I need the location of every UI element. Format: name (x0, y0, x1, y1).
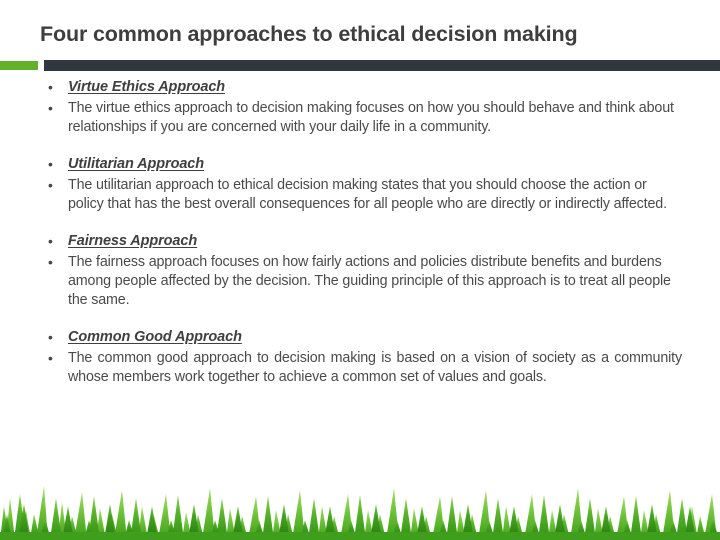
bullet-body: • The common good approach to decision m… (0, 349, 720, 388)
divider-rule (44, 60, 720, 71)
approach-block-fairness: • Fairness Approach • The fairness appro… (0, 232, 720, 311)
approach-body: The utilitarian approach to ethical deci… (68, 176, 667, 213)
bullet-heading: • Fairness Approach (0, 232, 720, 251)
bullet-icon: • (48, 349, 53, 366)
bullet-icon: • (48, 232, 53, 249)
bullet-icon: • (48, 176, 53, 193)
bullet-body: • The virtue ethics approach to decision… (0, 99, 720, 138)
bullet-icon: • (48, 79, 53, 95)
approach-heading: Virtue Ethics Approach (68, 79, 226, 95)
accent-bar (0, 61, 38, 70)
approach-heading: Utilitarian Approach (68, 155, 205, 172)
grass-border-decoration (0, 480, 720, 540)
approach-body: The virtue ethics approach to decision m… (68, 100, 674, 136)
bullet-body: • The fairness approach focuses on how f… (0, 253, 720, 311)
bullet-icon: • (48, 100, 53, 116)
approach-block-utilitarian: • Utilitarian Approach • The utilitarian… (0, 155, 720, 215)
bullet-heading: • Virtue Ethics Approach (0, 78, 720, 97)
bullet-heading: • Common Good Approach (0, 328, 720, 347)
bullet-icon: • (48, 155, 53, 172)
slide: Four common approaches to ethical decisi… (0, 0, 720, 540)
bullet-body: • The utilitarian approach to ethical de… (0, 176, 720, 215)
bullet-icon: • (48, 328, 53, 345)
approach-body: The fairness approach focuses on how fai… (68, 253, 671, 309)
approach-body: The common good approach to decision mak… (68, 349, 682, 386)
bullet-icon: • (48, 253, 53, 270)
content-area: • Virtue Ethics Approach • The virtue et… (0, 78, 720, 402)
title-divider (0, 60, 720, 71)
approach-block-common-good: • Common Good Approach • The common good… (0, 328, 720, 388)
page-title: Four common approaches to ethical decisi… (40, 22, 578, 46)
approach-block-virtue: • Virtue Ethics Approach • The virtue et… (0, 78, 720, 138)
approach-heading: Fairness Approach (68, 232, 198, 249)
approach-heading: Common Good Approach (68, 328, 242, 345)
bullet-heading: • Utilitarian Approach (0, 155, 720, 174)
